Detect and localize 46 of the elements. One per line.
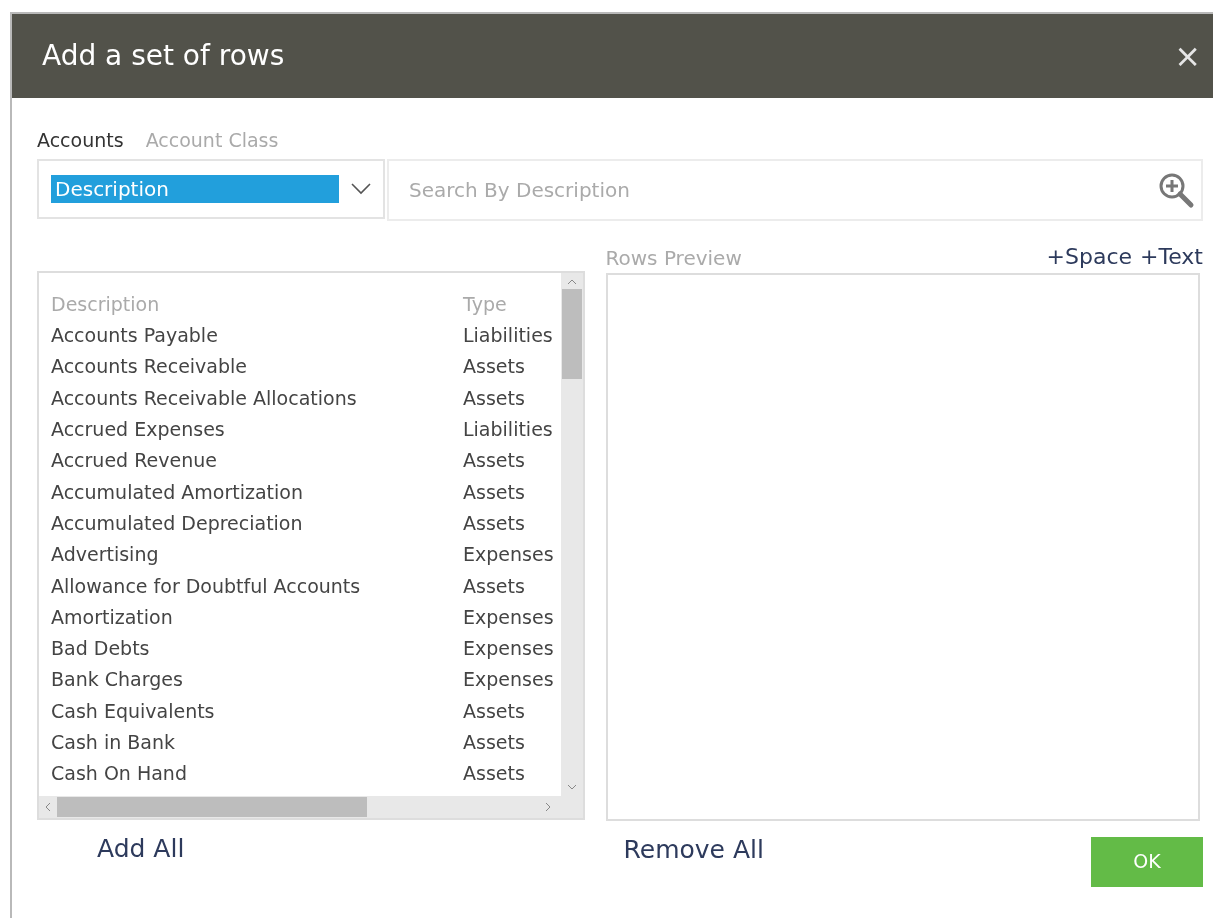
- vertical-scrollbar[interactable]: [560, 272, 583, 796]
- account-description: Cash On Hand: [51, 761, 188, 787]
- insert-link[interactable]: +Space: [1046, 243, 1133, 269]
- account-description: Accrued Expenses: [51, 417, 226, 443]
- account-type: Assets: [463, 730, 525, 756]
- account-description: Accounts Receivable: [51, 354, 249, 380]
- chevron-down-icon: [351, 182, 371, 195]
- account-type: Assets: [463, 354, 525, 380]
- insert-link[interactable]: +Text: [1140, 243, 1203, 269]
- column-header: Description: [51, 291, 161, 317]
- account-description: Bad Debts: [51, 636, 151, 662]
- account-description: Advertising: [51, 542, 160, 568]
- account-type: Expenses: [463, 542, 554, 568]
- account-type: Expenses: [463, 636, 554, 662]
- account-type: Assets: [463, 573, 525, 599]
- account-type: Assets: [463, 479, 525, 505]
- account-type: Liabilities: [463, 323, 553, 349]
- account-description: Cash in Bank: [51, 730, 176, 756]
- account-description: Accrued Revenue: [51, 448, 218, 474]
- search-field[interactable]: Search By Description: [387, 158, 1203, 221]
- close-button[interactable]: ×: [1174, 40, 1201, 72]
- horizontal-scrollbar[interactable]: [39, 795, 561, 818]
- account-description: Bank Charges: [51, 667, 184, 693]
- add-all-link[interactable]: Add All: [97, 829, 185, 867]
- account-description: Amortization: [51, 604, 174, 630]
- account-type: Assets: [463, 510, 525, 536]
- account-description: Accounts Payable: [51, 323, 219, 349]
- account-description: Cash Equivalents: [51, 698, 216, 724]
- account-type: Assets: [463, 761, 525, 787]
- account-type: Assets: [463, 698, 525, 724]
- account-type: Liabilities: [463, 417, 553, 443]
- account-description: Allowance for Doubtful Accounts: [51, 573, 362, 599]
- remove-all-link[interactable]: Remove All: [623, 830, 764, 868]
- account-type: Expenses: [463, 667, 554, 693]
- dialog-title: Add a set of rows: [42, 39, 285, 73]
- account-description: Accumulated Amortization: [51, 479, 304, 505]
- scrollbar-thumb[interactable]: [561, 288, 582, 379]
- tab[interactable]: Accounts: [37, 126, 124, 155]
- account-description: Accounts Receivable Allocations: [51, 385, 358, 411]
- column-header: Type: [463, 291, 507, 317]
- scrollbar-thumb[interactable]: [57, 796, 367, 817]
- account-type: Assets: [463, 385, 525, 411]
- account-description: Accumulated Depreciation: [51, 510, 304, 536]
- account-type: Assets: [463, 448, 525, 474]
- preview-label: Rows Preview: [605, 244, 742, 272]
- account-type: Expenses: [463, 604, 554, 630]
